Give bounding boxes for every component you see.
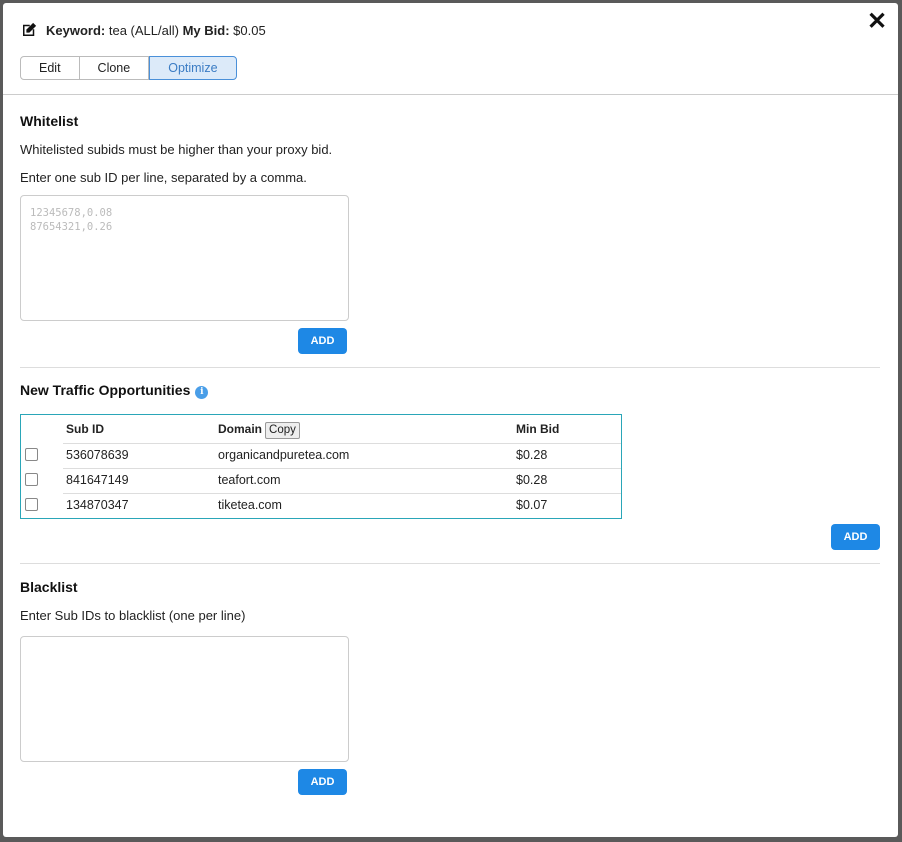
keyword-label: Keyword: [46,22,106,38]
info-icon[interactable]: i [195,386,209,399]
tab-edit[interactable]: Edit [20,56,80,80]
copy-button[interactable]: Copy [265,422,300,439]
row-minbid: $0.28 [516,473,548,487]
blacklist-add-button[interactable]: ADD [298,769,347,795]
table-row: 134870347 tiketea.com $0.07 [21,493,621,518]
row-checkbox[interactable] [25,498,38,511]
tab-optimize[interactable]: Optimize [149,56,237,80]
table-header: Sub ID Domain Copy Min Bid [21,415,621,443]
whitelist-description: Whitelisted subids must be higher than y… [20,142,333,157]
divider [20,367,880,368]
row-domain: organicandpuretea.com [218,448,350,462]
row-domain: teafort.com [218,473,281,487]
traffic-title-text: New Traffic Opportunities [20,382,191,398]
edit-icon [23,22,37,36]
row-checkbox[interactable] [25,448,38,461]
whitelist-title: Whitelist [20,113,79,129]
divider [20,563,880,564]
table-row: 841647149 teafort.com $0.28 [21,468,621,493]
keyword-title: Keyword: tea (ALL/all) My Bid: $0.05 [20,21,266,39]
whitelist-instruction: Enter one sub ID per line, separated by … [20,170,307,185]
tab-group: Edit Clone Optimize [20,56,237,80]
row-minbid: $0.07 [516,498,548,512]
table-row: 536078639 organicandpuretea.com $0.28 [21,443,621,468]
blacklist-description: Enter Sub IDs to blacklist (one per line… [20,608,246,623]
row-subid: 134870347 [66,498,129,512]
traffic-add-button[interactable]: ADD [831,524,880,550]
blacklist-textarea[interactable] [20,636,349,762]
tab-clone[interactable]: Clone [79,56,150,80]
row-checkbox[interactable] [25,473,38,486]
header-minbid: Min Bid [516,422,560,436]
traffic-title: New Traffic Opportunities i [20,382,209,399]
header-domain-label: Domain [218,422,263,436]
keyword-value: tea (ALL/all) [108,22,179,38]
header-domain: Domain Copy [218,415,300,443]
traffic-table: Sub ID Domain Copy Min Bid 536078639 orga… [20,414,622,519]
row-minbid: $0.28 [516,448,548,462]
row-domain: tiketea.com [218,498,282,512]
row-subid: 841647149 [66,473,129,487]
optimize-modal: ✕ Keyword: tea (ALL/all) My Bid: $0.05 E… [3,3,898,837]
bid-value: $0.05 [233,22,266,38]
bid-label: My Bid: [182,22,230,38]
blacklist-title: Blacklist [20,579,78,595]
whitelist-add-button[interactable]: ADD [298,328,347,354]
whitelist-textarea[interactable]: 12345678,0.08 87654321,0.26 [20,195,349,321]
modal-header: Keyword: tea (ALL/all) My Bid: $0.05 Edi… [3,3,898,95]
header-subid: Sub ID [66,422,104,436]
row-subid: 536078639 [66,448,129,462]
